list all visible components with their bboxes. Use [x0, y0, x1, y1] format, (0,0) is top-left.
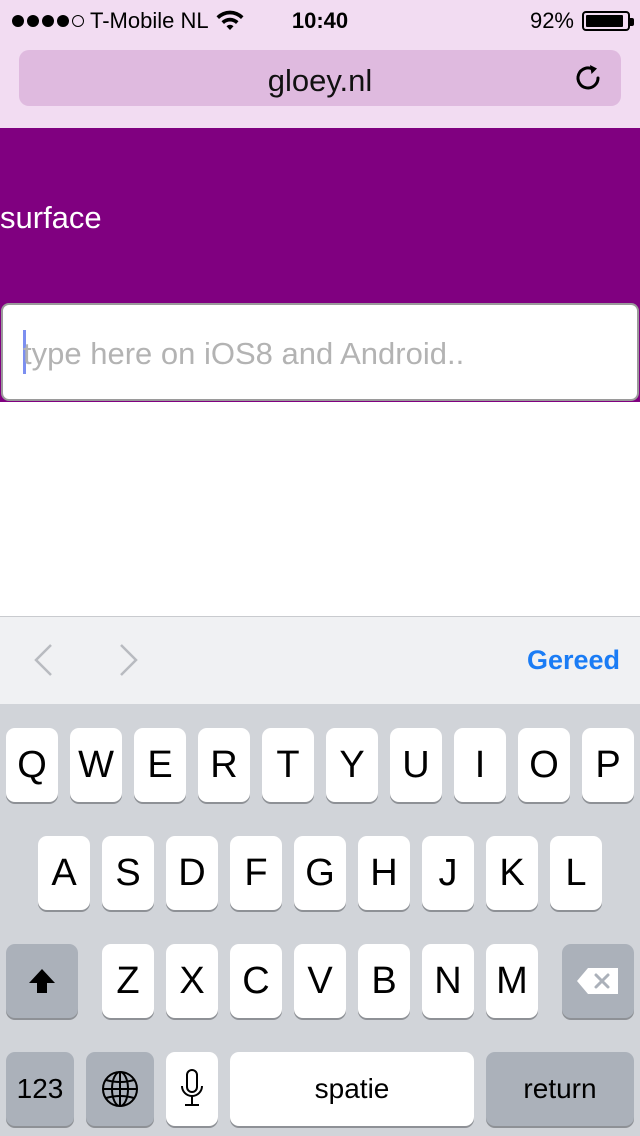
key-v[interactable]: V [294, 944, 346, 1018]
key-f[interactable]: F [230, 836, 282, 910]
numbers-key[interactable]: 123 [6, 1052, 74, 1126]
key-l[interactable]: L [550, 836, 602, 910]
key-w[interactable]: W [70, 728, 122, 802]
browser-toolbar: gloey.nl [0, 40, 640, 128]
globe-icon [102, 1071, 138, 1107]
battery-nub [630, 18, 634, 26]
key-h[interactable]: H [358, 836, 410, 910]
purple-surface: surface type here on iOS8 and Android.. [0, 128, 640, 402]
backspace-icon [577, 968, 618, 994]
key-i[interactable]: I [454, 728, 506, 802]
key-g[interactable]: G [294, 836, 346, 910]
shift-icon [29, 969, 55, 993]
keyboard-accessory-bar: Gereed [0, 616, 640, 704]
status-bar: T-Mobile NL 10:40 92% [0, 0, 640, 40]
key-z[interactable]: Z [102, 944, 154, 1018]
backspace-key[interactable] [562, 944, 634, 1018]
text-input[interactable]: type here on iOS8 and Android.. [1, 303, 639, 401]
key-c[interactable]: C [230, 944, 282, 1018]
key-e[interactable]: E [134, 728, 186, 802]
return-key[interactable]: return [486, 1052, 634, 1126]
input-placeholder: type here on iOS8 and Android.. [23, 336, 465, 371]
key-y[interactable]: Y [326, 728, 378, 802]
key-a[interactable]: A [38, 836, 90, 910]
key-x[interactable]: X [166, 944, 218, 1018]
keyboard: QWERTYUIOP ASDFGHJKL ZXCVBNM 123 spatie [0, 704, 640, 1136]
globe-key[interactable] [86, 1052, 154, 1126]
battery-status: 92% [529, 8, 634, 34]
key-t[interactable]: T [262, 728, 314, 802]
url-text[interactable]: gloey.nl [19, 63, 621, 99]
battery-percentage: 92% [529, 8, 574, 33]
chevron-right-icon[interactable] [112, 641, 144, 679]
microphone-key[interactable] [166, 1052, 218, 1126]
microphone-icon [181, 1069, 203, 1106]
address-bar[interactable]: gloey.nl [19, 50, 621, 106]
key-o[interactable]: O [518, 728, 570, 802]
key-q[interactable]: Q [6, 728, 58, 802]
key-b[interactable]: B [358, 944, 410, 1018]
key-d[interactable]: D [166, 836, 218, 910]
key-k[interactable]: K [486, 836, 538, 910]
key-s[interactable]: S [102, 836, 154, 910]
key-u[interactable]: U [390, 728, 442, 802]
reload-icon[interactable] [573, 62, 605, 94]
shift-key[interactable] [6, 944, 78, 1018]
key-n[interactable]: N [422, 944, 474, 1018]
key-r[interactable]: R [198, 728, 250, 802]
done-button[interactable]: Gereed [527, 645, 620, 676]
battery-fill [586, 15, 623, 27]
key-j[interactable]: J [422, 836, 474, 910]
key-m[interactable]: M [486, 944, 538, 1018]
surface-label: surface [0, 200, 102, 235]
battery-icon [582, 11, 634, 31]
key-p[interactable]: P [582, 728, 634, 802]
space-key[interactable]: spatie [230, 1052, 474, 1126]
chevron-left-icon[interactable] [28, 641, 60, 679]
